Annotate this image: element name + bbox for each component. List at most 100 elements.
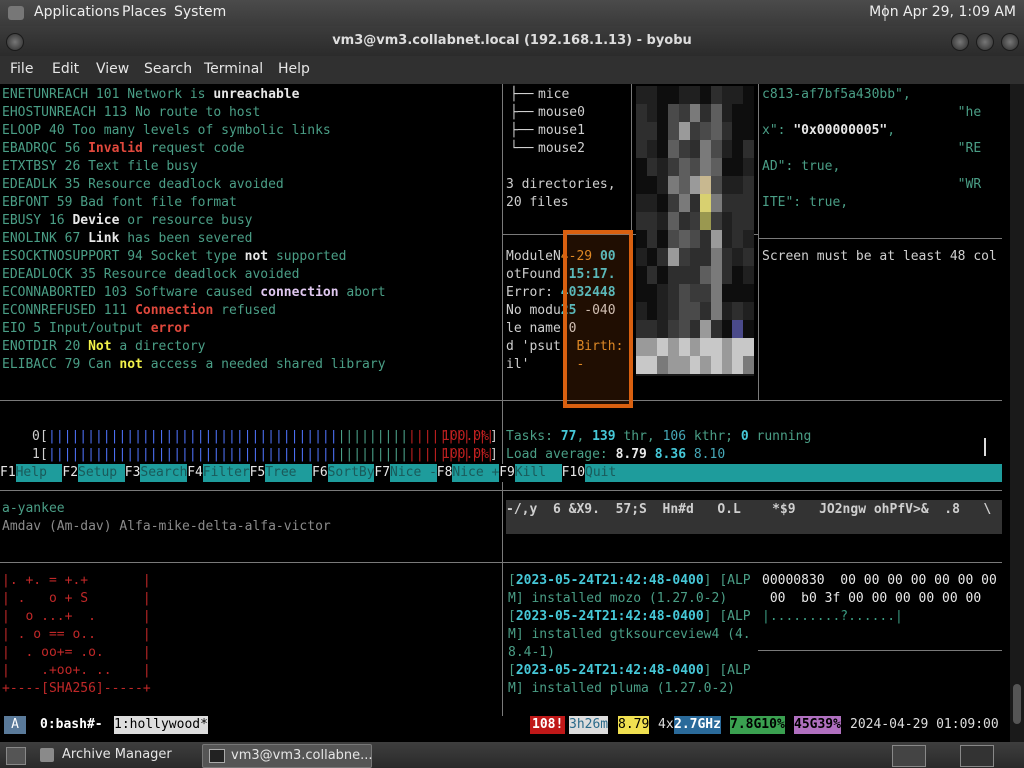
task-archive-manager[interactable]: Archive Manager	[34, 744, 198, 766]
menu-search[interactable]: Search	[144, 61, 192, 77]
fkey-f8[interactable]: F8	[436, 464, 453, 482]
disk-badge: 45G39%	[794, 716, 841, 734]
image-pixel	[636, 158, 647, 176]
terminal-scrollbar[interactable]	[1010, 84, 1024, 742]
hexdump-pane[interactable]: 00000830 00 00 00 00 00 00 00 00 b0 3f 0…	[762, 572, 1002, 642]
scrollbar-thumb[interactable]	[1013, 684, 1021, 724]
pane-divider	[758, 650, 1002, 651]
image-pixel	[678, 212, 690, 230]
minimize-icon[interactable]	[951, 33, 969, 51]
fkey-f1[interactable]: F1	[0, 464, 16, 482]
text-line: EBUSY 16 Device or resource busy	[2, 213, 253, 228]
cpu0-percent: 100.0%	[442, 429, 489, 444]
tree-pane[interactable]: │ └── mice ├── mouse0 ├── mouse1 └── mou…	[506, 84, 630, 232]
image-pixel	[743, 140, 754, 158]
panel-clock[interactable]: Mon Apr 29, 1:09 AM	[869, 4, 1016, 20]
image-pixel	[646, 212, 658, 230]
randomart-line: +----[SHA256]-----+	[2, 681, 151, 696]
image-pixel	[636, 320, 647, 338]
menu-file[interactable]: File	[10, 61, 33, 77]
image-pixel	[657, 194, 669, 212]
workspace-switcher-icon[interactable]	[960, 745, 994, 767]
image-pixel	[710, 320, 722, 338]
fkey-f4[interactable]: F4	[187, 464, 203, 482]
tree-item: mouse2	[538, 141, 585, 156]
fkey-label[interactable]: Kill	[514, 464, 562, 482]
fkey-f2[interactable]: F2	[62, 464, 79, 482]
text-line: EBFONT 59 Bad font file format	[2, 195, 237, 210]
image-pixel	[668, 86, 680, 104]
maximize-icon[interactable]	[976, 33, 994, 51]
image-pixel	[668, 140, 680, 158]
htop-pane[interactable]: 0 [ ||||||||||||||||||||||||||||||||||||…	[0, 402, 1002, 562]
text-cursor-icon	[984, 438, 986, 456]
image-pixel	[657, 338, 669, 356]
fkey-label[interactable]: Tree	[265, 464, 312, 482]
workspace-switcher-icon[interactable]	[892, 745, 926, 767]
fkey-f3[interactable]: F3	[124, 464, 141, 482]
menu-terminal[interactable]: Terminal	[204, 61, 263, 77]
window-titlebar[interactable]: vm3@vm3.collabnet.local (192.168.1.13) -…	[0, 26, 1024, 56]
menu-edit[interactable]: Edit	[52, 61, 79, 77]
fkey-f5[interactable]: F5	[249, 464, 266, 482]
close-icon[interactable]	[1001, 33, 1019, 51]
image-pixel	[721, 104, 733, 122]
tree-summary: 20 files	[506, 195, 569, 210]
image-pixel	[657, 248, 669, 266]
menu-system[interactable]: System	[174, 4, 226, 20]
fkey-label[interactable]: Search	[140, 464, 187, 482]
image-pixel	[689, 266, 701, 284]
menu-places[interactable]: Places	[122, 4, 167, 20]
fkey-label[interactable]: Nice -	[390, 464, 437, 482]
fkey-f7[interactable]: F7	[374, 464, 391, 482]
image-pixel	[700, 230, 712, 248]
fkey-label[interactable]: Nice +	[452, 464, 499, 482]
fkey-label[interactable]: Filter	[202, 464, 250, 482]
menu-help[interactable]: Help	[278, 61, 310, 77]
byobu-status-bar: A 0:bash#- 1:hollywood* 108! 3h26m 8.79 …	[0, 716, 1010, 734]
image-pixel	[743, 212, 754, 230]
image-pixel	[668, 284, 680, 302]
image-pixel	[710, 86, 722, 104]
image-pixel	[732, 266, 744, 284]
image-pixel	[743, 320, 754, 338]
image-pixel	[657, 140, 669, 158]
image-pixel	[657, 212, 669, 230]
fkey-f9[interactable]: F9	[499, 464, 515, 482]
json-pane[interactable]: c813-af7bf5a430bb", "he x": "0x00000005",…	[762, 86, 1002, 236]
fkey-label[interactable]: Help	[15, 464, 63, 482]
image-pixel	[678, 86, 690, 104]
fkey-label[interactable]: Quit	[585, 464, 1002, 482]
fkey-label[interactable]: Setup	[78, 464, 125, 482]
window-tab-1[interactable]: 1:hollywood*	[114, 716, 208, 734]
fkey-f6[interactable]: F6	[312, 464, 328, 482]
session-badge[interactable]: A	[4, 716, 26, 734]
fkey-f10[interactable]: F10	[561, 464, 586, 482]
image-pixel	[689, 176, 701, 194]
tree-connector: ├──	[510, 105, 534, 120]
randomart-line: | . o == o.. |	[2, 627, 151, 642]
menu-applications[interactable]: Applications	[34, 4, 120, 20]
image-pixel	[657, 356, 669, 374]
image-pixel	[732, 338, 744, 356]
image-pixel	[689, 320, 701, 338]
cpu-count: 4x	[658, 717, 674, 732]
cpu1-percent: 100.0%	[442, 447, 489, 462]
menu-view[interactable]: View	[96, 61, 129, 77]
image-pixel	[710, 176, 722, 194]
image-pixel	[646, 104, 658, 122]
image-pixel	[721, 248, 733, 266]
fkey-label[interactable]: SortBy	[327, 464, 375, 482]
htop-tasks: Tasks: 77, 139 thr, 106 kthr; 0 running	[506, 429, 812, 444]
image-pixel	[689, 302, 701, 320]
window-tab-0[interactable]: 0:bash#-	[40, 716, 103, 734]
image-pixel	[710, 194, 722, 212]
terminal-area[interactable]: ENETUNREACH 101 Network is unreachable EH…	[0, 84, 1010, 716]
pacman-log-pane[interactable]: [2023-05-24T21:42:48-0400] [ALP M] instal…	[508, 572, 758, 702]
show-desktop-icon[interactable]	[6, 747, 26, 765]
errno-pane[interactable]: ENETUNREACH 101 Network is unreachable EH…	[2, 86, 500, 386]
task-terminal[interactable]: vm3@vm3.collabne...	[202, 744, 373, 768]
image-pixel	[678, 194, 690, 212]
applications-icon[interactable]	[8, 6, 24, 20]
image-pixel	[668, 248, 680, 266]
